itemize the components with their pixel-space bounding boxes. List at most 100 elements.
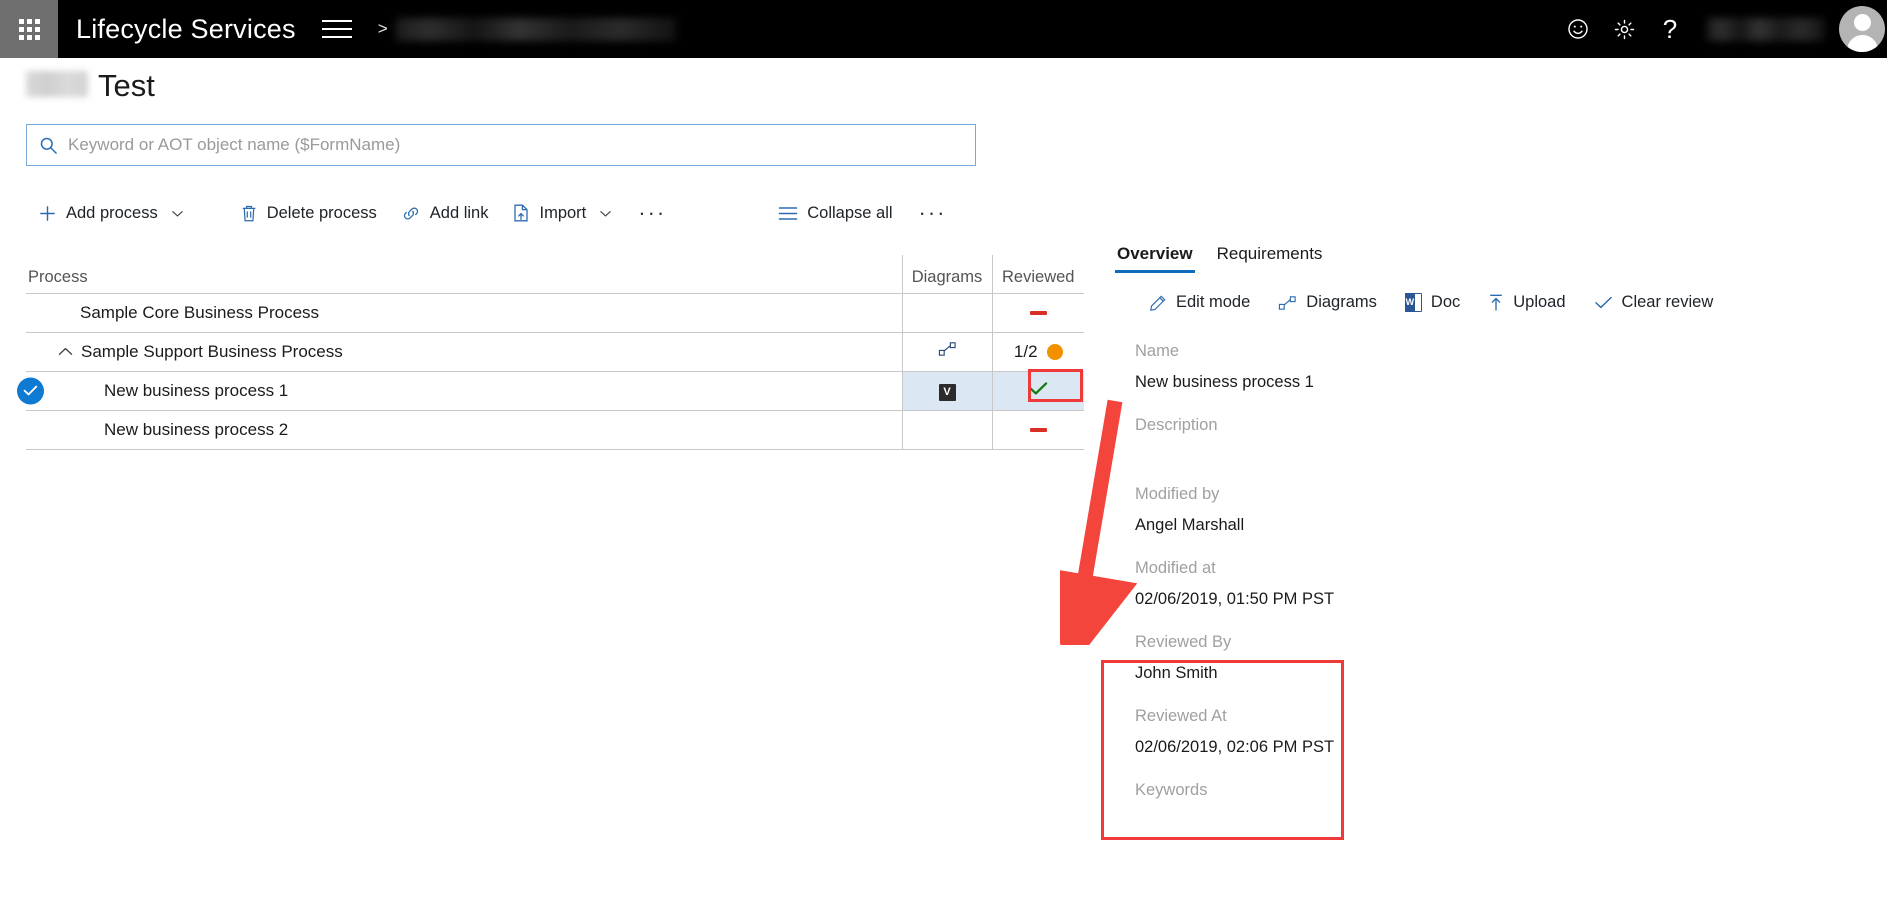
diagrams-cell[interactable] bbox=[901, 332, 992, 372]
page-title-prefix-redacted bbox=[26, 71, 88, 97]
check-icon bbox=[1594, 295, 1613, 310]
reviewed-fraction: 1/2 bbox=[1013, 341, 1038, 361]
process-name-label: New business process 1 bbox=[104, 380, 289, 400]
upload-button[interactable]: Upload bbox=[1474, 287, 1579, 318]
edit-mode-button[interactable]: Edit mode bbox=[1135, 287, 1264, 318]
process-name-cell[interactable]: New business process 2 bbox=[26, 410, 902, 450]
process-name-cell[interactable]: Sample Support Business Process bbox=[26, 332, 902, 372]
process-name-label: Sample Core Business Process bbox=[80, 302, 320, 322]
collapse-all-button[interactable]: Collapse all bbox=[766, 196, 904, 230]
avatar-body bbox=[1846, 35, 1878, 52]
clear-review-button[interactable]: Clear review bbox=[1580, 287, 1728, 318]
brand-title[interactable]: Lifecycle Services bbox=[76, 14, 296, 45]
field-label-name: Name bbox=[1135, 342, 1180, 360]
diagrams-label: Diagrams bbox=[1306, 293, 1377, 311]
list-icon bbox=[778, 205, 798, 222]
field-value-modified-by: Angel Marshall bbox=[1135, 516, 1245, 534]
tab-overview[interactable]: Overview bbox=[1113, 242, 1201, 273]
add-link-button[interactable]: Add link bbox=[389, 196, 501, 230]
word-doc-icon bbox=[1404, 293, 1422, 312]
table-row[interactable]: New business process 1 V bbox=[17, 371, 1084, 411]
visio-icon: V bbox=[938, 384, 956, 401]
field-label-description: Description bbox=[1135, 416, 1218, 434]
search-box[interactable] bbox=[26, 124, 976, 166]
table-overflow-button[interactable]: ··· bbox=[905, 196, 961, 230]
trash-icon bbox=[240, 204, 258, 223]
field-label-reviewed-at: Reviewed At bbox=[1135, 707, 1227, 725]
delete-process-button[interactable]: Delete process bbox=[228, 196, 389, 230]
reviewed-check-icon bbox=[1029, 380, 1048, 401]
edit-mode-label: Edit mode bbox=[1176, 293, 1251, 311]
not-reviewed-dash-icon bbox=[1029, 428, 1047, 433]
field-value-description bbox=[1135, 443, 1873, 461]
doc-button[interactable]: Doc bbox=[1391, 287, 1474, 318]
table-row[interactable]: New business process 2 bbox=[26, 410, 1084, 450]
page-title: Test bbox=[26, 70, 155, 101]
plus-icon bbox=[38, 204, 57, 223]
details-panel: Overview Requirements Edit mode Diagrams bbox=[1113, 242, 1873, 800]
process-table: Process Diagrams Reviewed Sample Core Bu… bbox=[17, 255, 1084, 450]
not-reviewed-dash-icon bbox=[1029, 311, 1047, 316]
table-header-row: Process Diagrams Reviewed bbox=[26, 255, 1084, 294]
import-button[interactable]: Import bbox=[500, 196, 624, 230]
field-label-reviewed-by: Reviewed By bbox=[1135, 633, 1232, 651]
user-name-redacted bbox=[1707, 17, 1825, 41]
diagram-icon bbox=[1278, 295, 1297, 311]
upload-icon bbox=[1488, 293, 1504, 312]
breadcrumb-redacted bbox=[395, 17, 676, 41]
reviewed-cell[interactable]: 1/2 bbox=[991, 332, 1084, 372]
pencil-icon bbox=[1149, 294, 1167, 312]
chevron-down-icon[interactable] bbox=[599, 207, 612, 220]
column-header-process[interactable]: Process bbox=[26, 255, 902, 294]
column-header-diagrams[interactable]: Diagrams bbox=[901, 255, 992, 294]
field-value-reviewed-by: John Smith bbox=[1135, 664, 1218, 682]
delete-process-label: Delete process bbox=[266, 203, 377, 222]
collapse-all-label: Collapse all bbox=[807, 203, 893, 222]
import-label: Import bbox=[539, 203, 587, 222]
smiley-icon[interactable] bbox=[1555, 0, 1601, 58]
diagrams-button[interactable]: Diagrams bbox=[1264, 287, 1391, 318]
top-bar-actions: ? bbox=[1555, 0, 1887, 58]
field-value-modified-at: 02/06/2019, 01:50 PM PST bbox=[1135, 590, 1335, 608]
diagrams-cell[interactable] bbox=[901, 293, 992, 333]
avatar-head bbox=[1853, 14, 1871, 31]
process-name-label: New business process 2 bbox=[104, 419, 289, 439]
add-link-label: Add link bbox=[429, 203, 489, 222]
upload-label: Upload bbox=[1513, 293, 1566, 311]
table-row[interactable]: Sample Support Business Process 1/2 bbox=[26, 332, 1084, 372]
top-navigation-bar: Lifecycle Services > ? bbox=[0, 0, 1887, 58]
diagrams-cell[interactable] bbox=[901, 410, 992, 450]
avatar[interactable] bbox=[1839, 6, 1885, 52]
process-name-cell[interactable]: New business process 1 bbox=[17, 371, 902, 411]
toolbar-overflow-button[interactable]: ··· bbox=[624, 196, 680, 230]
breadcrumb-separator: > bbox=[377, 19, 388, 38]
diagram-icon bbox=[938, 342, 957, 361]
column-header-reviewed[interactable]: Reviewed bbox=[991, 255, 1084, 294]
partial-reviewed-indicator: 1/2 bbox=[1014, 342, 1063, 362]
app-launcher-button[interactable] bbox=[0, 0, 58, 58]
chevron-down-icon[interactable] bbox=[171, 207, 184, 220]
search-icon bbox=[39, 136, 58, 155]
hamburger-menu-icon[interactable] bbox=[321, 18, 352, 40]
waffle-icon bbox=[18, 18, 40, 40]
table-row[interactable]: Sample Core Business Process bbox=[26, 293, 1084, 333]
process-name-label: Sample Support Business Process bbox=[81, 341, 343, 361]
reviewed-cell[interactable] bbox=[991, 410, 1084, 450]
search-input[interactable] bbox=[68, 125, 963, 165]
page-title-text: Test bbox=[98, 68, 155, 103]
diagrams-cell[interactable]: V bbox=[901, 371, 992, 411]
gear-icon[interactable] bbox=[1601, 0, 1647, 58]
row-selected-check-icon[interactable] bbox=[17, 377, 44, 404]
add-process-button[interactable]: Add process bbox=[26, 196, 196, 230]
help-icon[interactable]: ? bbox=[1647, 0, 1693, 58]
reviewed-cell[interactable] bbox=[991, 293, 1084, 333]
import-icon bbox=[512, 203, 530, 223]
reviewed-cell[interactable] bbox=[991, 371, 1084, 411]
details-fields: Name New business process 1 Description … bbox=[1135, 342, 1873, 800]
link-icon bbox=[401, 204, 421, 223]
process-name-cell[interactable]: Sample Core Business Process bbox=[26, 293, 902, 333]
field-label-modified-at: Modified at bbox=[1135, 559, 1216, 577]
tab-requirements[interactable]: Requirements bbox=[1213, 242, 1331, 273]
chevron-up-icon[interactable] bbox=[58, 346, 73, 357]
field-value-name: New business process 1 bbox=[1135, 373, 1314, 391]
